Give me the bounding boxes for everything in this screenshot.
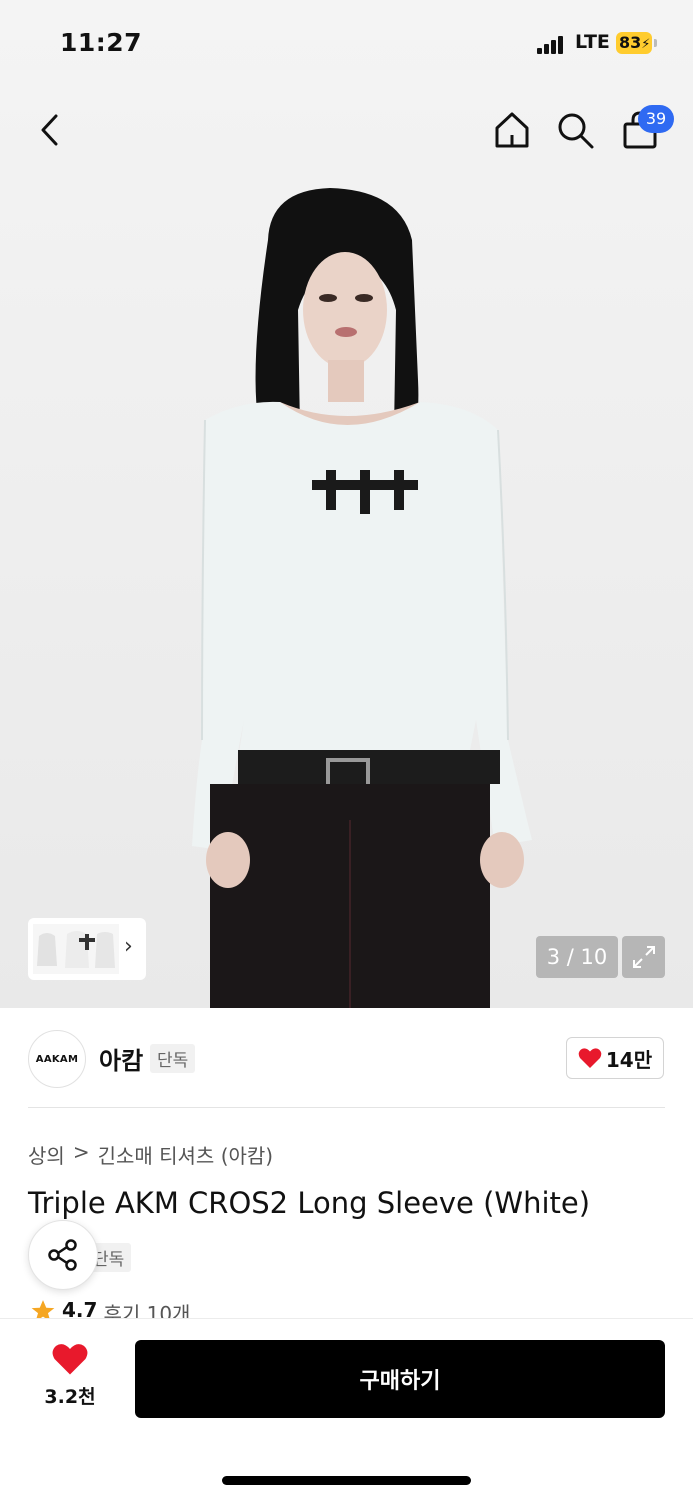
expand-icon [632,946,655,968]
search-button[interactable] [553,108,597,152]
chevron-right-icon: › [124,934,133,959]
exclusive-tag: 단독 [150,1044,196,1073]
breadcrumb-separator: > [72,1140,90,1164]
share-button[interactable] [28,1220,98,1290]
brand-name[interactable]: 아캄 [99,1041,143,1076]
status-time: 11:27 [60,28,143,57]
search-icon [558,113,594,149]
brand-like-count: 14만 [605,1047,653,1072]
thumbnail-images [33,924,119,974]
brand-logo[interactable]: AAKAM [28,1030,86,1088]
product-title: Triple AKM CROS2 Long Sleeve (White) [28,1186,591,1220]
battery-tip [654,39,657,47]
signal-icon [537,36,565,54]
brand-logo-text: AAKAM [35,1053,79,1065]
cart-count-badge: 39 [638,105,674,133]
home-indicator [222,1476,471,1485]
wishlist-button[interactable]: 3.2천 [30,1342,110,1409]
divider [28,1107,665,1108]
star-icon [31,1300,55,1320]
wishlist-count: 3.2천 [44,1386,96,1408]
review-count: 후기 10개 [103,1302,191,1320]
thumbnail-strip-button[interactable]: › [28,918,146,980]
breadcrumb: 상의 > 긴소매 티셔츠 (아캄) [28,1140,273,1169]
heart-icon [52,1344,88,1375]
share-icon [48,1239,77,1271]
breadcrumb-category[interactable]: 상의 [28,1140,65,1169]
image-counter: 3 / 10 [536,936,618,978]
battery-level: 83 [619,33,642,52]
product-photo [192,188,532,1008]
breadcrumb-subcategory[interactable]: 긴소매 티셔츠 (아캄) [98,1140,274,1169]
home-button[interactable] [490,108,534,152]
rating-row[interactable]: 4.7 후기 10개 [30,1298,190,1320]
brand-like-button[interactable]: 14만 [566,1037,664,1079]
rating-value: 4.7 [62,1298,98,1320]
expand-button[interactable] [622,936,665,978]
buy-button[interactable]: 구매하기 [135,1340,665,1418]
status-bar: 11:27 LTE 83⚡ [0,0,693,88]
back-arrow-icon [41,114,58,146]
battery-icon: 83⚡ [616,32,652,54]
heart-icon [578,1048,602,1068]
home-icon [495,112,529,148]
back-button[interactable] [28,108,72,152]
network-label: LTE [575,31,610,53]
